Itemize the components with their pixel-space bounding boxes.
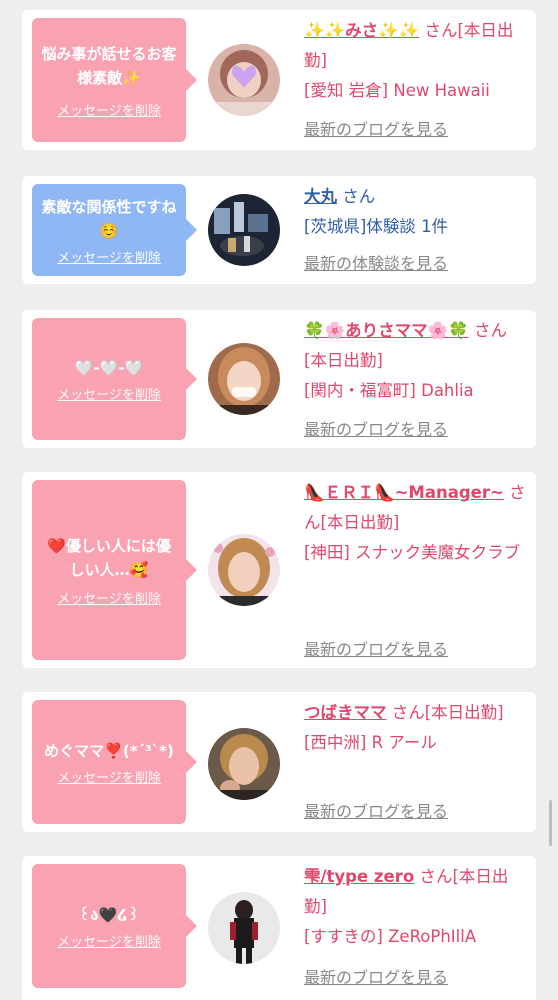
shop-location: [すすきの] ZeRoPhIllA — [304, 927, 477, 946]
delete-message-link[interactable]: メッセージを削除 — [57, 588, 161, 607]
delete-message-link[interactable]: メッセージを削除 — [57, 767, 161, 786]
user-info: 大丸 さん [茨城県]体験談 1件 — [304, 182, 526, 242]
latest-blog-link[interactable]: 最新のブログを見る — [304, 964, 448, 988]
user-info: つばきママ さん[本日出勤] [西中洲] R アール — [304, 698, 526, 758]
message-card: めぐママ❣️(*´³`*) メッセージを削除 つばきママ さん[本日出勤] [西… — [22, 692, 536, 832]
message-text: ❤️優しい人には優しい人…🥰 — [47, 536, 171, 579]
user-info: 👠ＥＲＩ👠~Manager~ さん[本日出勤] [神田] スナック美魔女クラブ — [304, 478, 526, 568]
user-name-link[interactable]: 雫/type zero — [304, 867, 414, 886]
latest-blog-link[interactable]: 最新のブログを見る — [304, 116, 448, 140]
message-text: めぐママ❣️(*´³`*) — [44, 741, 174, 760]
message-card: 悩み事が話せるお客様素敵✨ メッセージを削除 ✨✨みさ✨✨ さん[本日出勤] [… — [22, 10, 536, 150]
delete-message-link[interactable]: メッセージを削除 — [57, 100, 161, 119]
user-name-link[interactable]: 大丸 — [304, 187, 337, 206]
avatar[interactable] — [208, 892, 280, 964]
scrollbar[interactable] — [549, 800, 552, 846]
shop-location: [西中洲] R アール — [304, 733, 437, 752]
latest-blog-link[interactable]: 最新のブログを見る — [304, 416, 448, 440]
user-name-link[interactable]: つばきママ — [304, 703, 387, 722]
user-info: ✨✨みさ✨✨ さん[本日出勤] [愛知 岩倉] New Hawaii — [304, 16, 526, 106]
user-name-link[interactable]: 🍀🌸ありさママ🌸🍀 — [304, 321, 469, 340]
message-bubble: ꒰ა🖤໒꒱ メッセージを削除 — [32, 864, 197, 988]
delete-message-link[interactable]: メッセージを削除 — [57, 247, 161, 266]
message-text: 悩み事が話せるお客様素敵✨ — [41, 44, 177, 87]
message-bubble: めぐママ❣️(*´³`*) メッセージを削除 — [32, 700, 197, 824]
avatar[interactable] — [208, 728, 280, 800]
message-bubble: 悩み事が話せるお客様素敵✨ メッセージを削除 — [32, 18, 197, 142]
avatar[interactable] — [208, 194, 280, 266]
message-bubble: 素敵な関係性ですね☺️ メッセージを削除 — [32, 184, 197, 276]
user-info: 🍀🌸ありさママ🌸🍀 さん[本日出勤] [関内・福富町] Dahlia — [304, 316, 526, 406]
shop-location: [神田] スナック美魔女クラブ — [304, 543, 521, 562]
honorific: さん[本日出勤] — [391, 703, 504, 722]
message-card: ꒰ა🖤໒꒱ メッセージを削除 雫/type zero さん[本日出勤] [すすき… — [22, 856, 536, 1000]
user-name-link[interactable]: 👠ＥＲＩ👠~Manager~ — [304, 483, 504, 502]
latest-blog-link[interactable]: 最新のブログを見る — [304, 798, 448, 822]
message-card: 🤍-🤍-🤍 メッセージを削除 🍀🌸ありさママ🌸🍀 さん[本日出勤] [関内・福富… — [22, 310, 536, 448]
honorific: さん — [342, 187, 376, 206]
avatar[interactable] — [208, 343, 280, 415]
message-card: 素敵な関係性ですね☺️ メッセージを削除 大丸 さん [茨城県]体験談 1件 最… — [22, 176, 536, 284]
avatar[interactable] — [208, 44, 280, 116]
message-text: 素敵な関係性ですね☺️ — [41, 197, 177, 240]
message-text: 🤍-🤍-🤍 — [74, 358, 144, 377]
message-text: ꒰ა🖤໒꒱ — [78, 905, 140, 924]
shop-location: [愛知 岩倉] New Hawaii — [304, 81, 490, 100]
user-info: 雫/type zero さん[本日出勤] [すすきの] ZeRoPhIllA — [304, 862, 526, 952]
user-name-link[interactable]: ✨✨みさ✨✨ — [304, 21, 419, 40]
message-card: ❤️優しい人には優しい人…🥰 メッセージを削除 👠ＥＲＩ👠~Manager~ さ… — [22, 472, 536, 668]
latest-blog-link[interactable]: 最新のブログを見る — [304, 636, 448, 660]
shop-location: [茨城県]体験談 1件 — [304, 217, 449, 236]
shop-location: [関内・福富町] Dahlia — [304, 381, 474, 400]
message-bubble: ❤️優しい人には優しい人…🥰 メッセージを削除 — [32, 480, 197, 660]
avatar[interactable] — [208, 534, 280, 606]
delete-message-link[interactable]: メッセージを削除 — [57, 931, 161, 950]
latest-experience-link[interactable]: 最新の体験談を見る — [304, 250, 448, 274]
delete-message-link[interactable]: メッセージを削除 — [57, 384, 161, 403]
message-bubble: 🤍-🤍-🤍 メッセージを削除 — [32, 318, 197, 440]
